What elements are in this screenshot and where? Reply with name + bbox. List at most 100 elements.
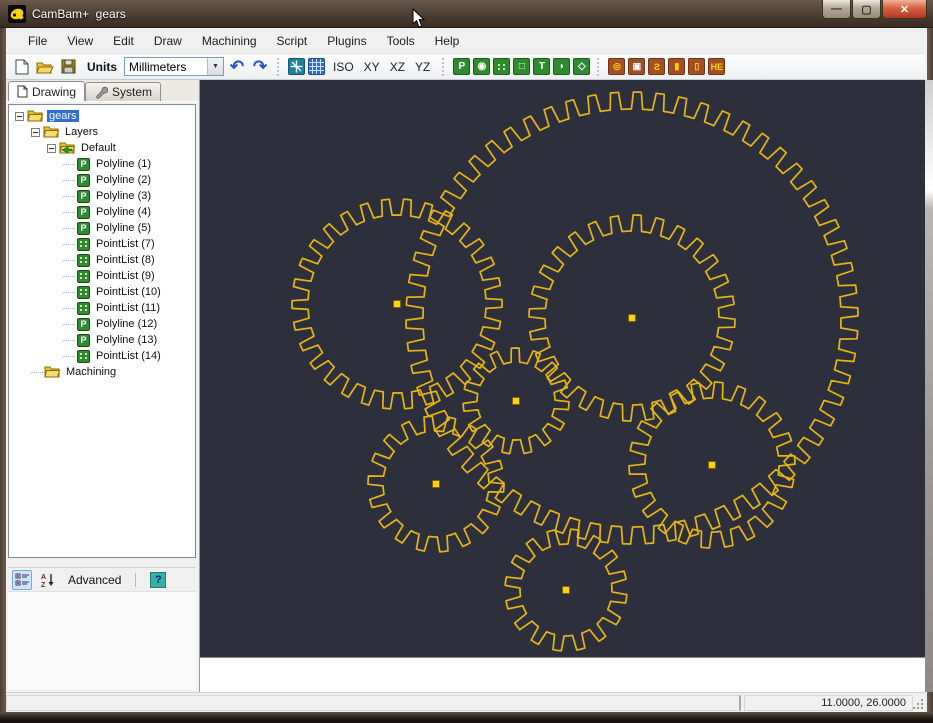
tree-expander-icon[interactable] — [31, 128, 40, 137]
gear-center-point[interactable] — [433, 481, 440, 488]
profile-mop-icon[interactable]: ◎ — [608, 58, 625, 75]
tree-connector — [63, 212, 75, 213]
tree-item-polyline-4[interactable]: PPolyline (4) — [9, 204, 195, 220]
drill-mop-icon[interactable]: ▯ — [688, 58, 705, 75]
engrave-mop-icon[interactable]: Ƨ — [648, 58, 665, 75]
menu-file[interactable]: File — [18, 30, 57, 52]
tree-connector — [63, 292, 75, 293]
tree-item-pointlist-8[interactable]: PointList (8) — [9, 252, 195, 268]
gear-center-point[interactable] — [394, 301, 401, 308]
combobox-arrow-icon[interactable]: ▼ — [207, 58, 223, 75]
menu-machining[interactable]: Machining — [192, 30, 267, 52]
menu-view[interactable]: View — [57, 30, 103, 52]
tree-item-gears[interactable]: gears — [9, 108, 195, 124]
tree-item-layers[interactable]: Layers — [9, 124, 195, 140]
gear-center-point[interactable] — [563, 587, 570, 594]
tab-system[interactable]: System — [85, 82, 161, 101]
save-file-icon[interactable] — [58, 57, 78, 77]
cambam-logo-icon — [8, 5, 26, 23]
tree-item-polyline-13[interactable]: PPolyline (13) — [9, 332, 195, 348]
tree-expander-icon[interactable] — [15, 112, 24, 121]
tree-item-polyline-3[interactable]: PPolyline (3) — [9, 188, 195, 204]
menu-script[interactable]: Script — [267, 30, 318, 52]
gear-center-point[interactable] — [513, 398, 520, 405]
tree-item-label: PointList (14) — [94, 350, 163, 362]
pointlist-icon — [77, 254, 90, 267]
folder-icon — [43, 125, 59, 139]
units-value: Millimeters — [129, 60, 186, 74]
tree-connector — [63, 324, 75, 325]
menu-draw[interactable]: Draw — [144, 30, 192, 52]
gear-center-point[interactable] — [629, 315, 636, 322]
cursor-coordinates: 11.0000, 26.0000 — [744, 695, 913, 711]
gear-drawing[interactable] — [200, 80, 925, 657]
redo-icon[interactable]: ↷ — [250, 57, 270, 77]
view-buttons: ISOXYXZYZ — [328, 58, 435, 76]
new-file-icon[interactable] — [12, 57, 32, 77]
sort-alphabetical-icon[interactable]: AZ — [38, 570, 58, 590]
maximize-button[interactable]: ▢ — [852, 0, 881, 19]
tab-drawing[interactable]: Drawing — [8, 81, 85, 101]
tree-item-polyline-2[interactable]: PPolyline (2) — [9, 172, 195, 188]
units-combobox[interactable]: Millimeters ▼ — [124, 57, 224, 76]
close-button[interactable]: ✕ — [882, 0, 927, 19]
tree-item-default[interactable]: Default — [9, 140, 195, 156]
property-grid[interactable] — [8, 591, 196, 690]
folder-icon — [44, 365, 60, 379]
svg-text:A: A — [41, 574, 46, 581]
tree-item-polyline-5[interactable]: PPolyline (5) — [9, 220, 195, 236]
tree-connector — [63, 244, 75, 245]
region-tool-icon[interactable]: ◗ — [553, 58, 570, 75]
heightmap-mop-icon[interactable]: HE — [708, 58, 725, 75]
main-toolbar: Units Millimeters ▼ ↶ ↷ ISOXYXZYZ P◉□T◗◇… — [6, 54, 925, 80]
tree-item-pointlist-9[interactable]: PointList (9) — [9, 268, 195, 284]
pointlist-icon — [77, 270, 90, 283]
tree-item-pointlist-14[interactable]: PointList (14) — [9, 348, 195, 364]
toolbar-separator — [277, 58, 281, 76]
pointlist-tool-icon[interactable] — [493, 58, 510, 75]
rectangle-tool-icon[interactable]: □ — [513, 58, 530, 75]
layer-icon — [59, 141, 75, 155]
surface-tool-icon[interactable]: ◇ — [573, 58, 590, 75]
lathe-mop-icon[interactable]: ▮ — [668, 58, 685, 75]
pointlist-icon — [77, 238, 90, 251]
minimize-button[interactable]: — — [822, 0, 851, 19]
advanced-button[interactable]: Advanced — [68, 573, 121, 587]
menu-edit[interactable]: Edit — [103, 30, 144, 52]
text-tool-icon[interactable]: T — [533, 58, 550, 75]
tree-item-polyline-12[interactable]: PPolyline (12) — [9, 316, 195, 332]
tree-item-pointlist-7[interactable]: PointList (7) — [9, 236, 195, 252]
menu-plugins[interactable]: Plugins — [317, 30, 376, 52]
title-bar[interactable]: CamBam+ gears — ▢ ✕ — [0, 0, 933, 28]
polyline-icon: P — [77, 334, 90, 347]
tree-connector — [63, 180, 75, 181]
tree-item-label: Polyline (2) — [94, 174, 153, 186]
pocket-mop-icon[interactable]: ▣ — [628, 58, 645, 75]
tab-drawing-label: Drawing — [32, 85, 76, 99]
open-file-icon[interactable] — [35, 57, 55, 77]
tree-item-pointlist-11[interactable]: PointList (11) — [9, 300, 195, 316]
resize-grip[interactable] — [913, 695, 925, 711]
tree-connector — [63, 196, 75, 197]
polyline-tool-icon[interactable]: P — [453, 58, 470, 75]
menu-help[interactable]: Help — [425, 30, 470, 52]
show-grid-icon[interactable] — [308, 58, 325, 75]
pointlist-icon — [77, 302, 90, 315]
show-axes-icon[interactable] — [288, 58, 305, 75]
undo-icon[interactable]: ↶ — [227, 57, 247, 77]
view-yz-button[interactable]: YZ — [410, 58, 435, 76]
gear-center-point[interactable] — [709, 462, 716, 469]
tree-item-machining[interactable]: Machining — [9, 364, 195, 380]
view-xz-button[interactable]: XZ — [385, 58, 410, 76]
tree-item-label: Polyline (4) — [94, 206, 153, 218]
tree-expander-icon[interactable] — [47, 144, 56, 153]
tree-item-pointlist-10[interactable]: PointList (10) — [9, 284, 195, 300]
categorized-icon[interactable] — [12, 570, 32, 590]
view-xy-button[interactable]: XY — [359, 58, 385, 76]
help-button[interactable]: ? — [150, 572, 166, 588]
tree-item-polyline-1[interactable]: PPolyline (1) — [9, 156, 195, 172]
drawing-canvas[interactable] — [200, 80, 925, 657]
tree-connector — [63, 356, 75, 357]
view-iso-button[interactable]: ISO — [328, 58, 359, 76]
circle-tool-icon[interactable]: ◉ — [473, 58, 490, 75]
